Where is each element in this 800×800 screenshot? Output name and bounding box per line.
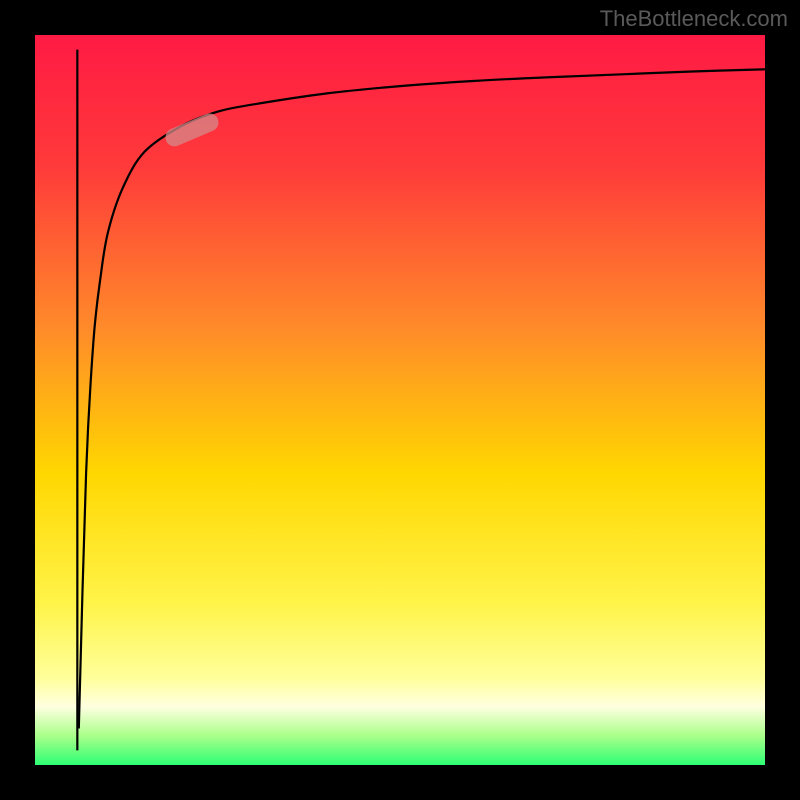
chart-container: TheBottleneck.com [0,0,800,800]
chart-plot [0,0,800,800]
watermark-text: TheBottleneck.com [600,6,788,32]
gradient-field [35,35,765,765]
